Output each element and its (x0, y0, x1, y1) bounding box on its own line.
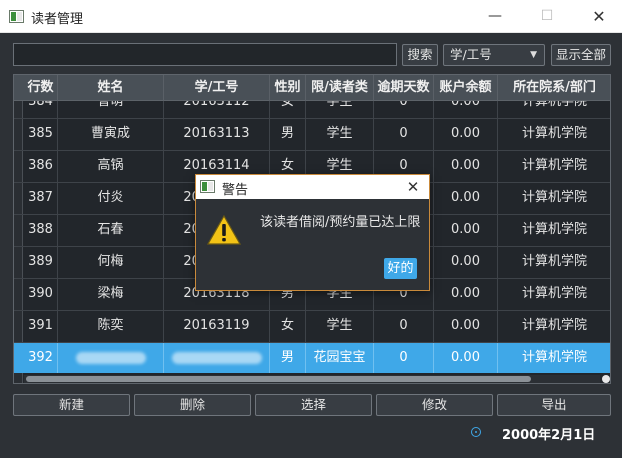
cell-overdue: 0 (374, 343, 434, 373)
cell-type: 学生 (306, 101, 374, 119)
cell-name: 曹寅成 (58, 119, 164, 151)
cell-dept: 计算机学院 (498, 279, 610, 311)
modify-button[interactable]: 修改 (376, 394, 493, 416)
cell-row: 390 (24, 279, 58, 311)
cell-gender: 女 (270, 101, 306, 119)
cell-balance: 0.00 (434, 183, 498, 215)
cell-name: 曹萌 (58, 101, 164, 119)
header-col-gender[interactable]: 性别 (270, 75, 306, 101)
show-all-button[interactable]: 显示全部 (551, 44, 611, 66)
dialog-message: 该读者借阅/预约量已达上限 (260, 215, 421, 230)
header-col-balance[interactable]: 账户余额 (434, 75, 498, 101)
cell-type: 学生 (306, 311, 374, 343)
warning-dialog: 警告 ✕ 该读者借阅/预约量已达上限 好的 (195, 174, 430, 291)
header-col-dept[interactable]: 所在院系/部门 (498, 75, 610, 101)
cell-balance: 0.00 (434, 215, 498, 247)
ok-button[interactable]: 好的 (384, 258, 417, 279)
cell-id (164, 343, 270, 373)
cell-id: 20163112 (164, 101, 270, 119)
dialog-close-button[interactable]: ✕ (401, 176, 425, 198)
search-mode-value: 学/工号 (450, 47, 492, 62)
warning-icon (207, 215, 241, 245)
cell-dept: 计算机学院 (498, 343, 610, 373)
cell-dept: 计算机学院 (498, 247, 610, 279)
cell-gender: 男 (270, 119, 306, 151)
cell-row: 386 (24, 151, 58, 183)
cell-row: 392 (24, 343, 58, 373)
header-col-overdue[interactable]: 逾期天数 (374, 75, 434, 101)
cell-balance: 0.00 (434, 119, 498, 151)
scrollbar-thumb[interactable] (26, 376, 531, 382)
cell-row: 387 (24, 183, 58, 215)
cell-id: 20163113 (164, 119, 270, 151)
cell-balance: 0.00 (434, 311, 498, 343)
delete-button[interactable]: 删除 (134, 394, 251, 416)
scroll-corner-handle[interactable] (602, 375, 610, 383)
header-col-row[interactable]: 行数 (24, 75, 58, 101)
table-row[interactable]: 391 陈奕 20163119 女学生 0 0.00 计算机学院 (14, 311, 610, 343)
app-icon (200, 180, 215, 193)
cell-name: 梁梅 (58, 279, 164, 311)
cell-row: 391 (24, 311, 58, 343)
minimize-button[interactable]: — (472, 0, 518, 33)
cell-dept: 计算机学院 (498, 119, 610, 151)
cell-dept: 计算机学院 (498, 101, 610, 119)
app-icon (9, 10, 24, 23)
search-button[interactable]: 搜索 (402, 44, 438, 66)
maximize-button[interactable]: ☐ (524, 0, 570, 33)
dialog-title: 警告 (222, 183, 249, 198)
cell-dept: 计算机学院 (498, 151, 610, 183)
table-row[interactable]: 385 曹寅成 20163113 男学生 0 0.00 计算机学院 (14, 119, 610, 151)
cell-overdue: 0 (374, 311, 434, 343)
horizontal-scrollbar[interactable] (24, 375, 600, 383)
cell-balance: 0.00 (434, 279, 498, 311)
cell-overdue: 0 (374, 101, 434, 119)
cell-balance: 0.00 (434, 101, 498, 119)
header-col-type[interactable]: 限/读者类 (306, 75, 374, 101)
search-input[interactable] (13, 43, 397, 66)
cell-row: 384 (24, 101, 58, 119)
cell-balance: 0.00 (434, 247, 498, 279)
cell-row: 385 (24, 119, 58, 151)
table-header: 行数 姓名 学/工号 性别 限/读者类 逾期天数 账户余额 所在院系/部门 (14, 75, 610, 101)
dialog-titlebar: 警告 ✕ (196, 175, 429, 199)
cell-id: 20163119 (164, 311, 270, 343)
cell-row: 389 (24, 247, 58, 279)
header-col-name[interactable]: 姓名 (58, 75, 164, 101)
search-mode-select[interactable]: 学/工号 ▼ (443, 44, 545, 66)
header-col-id[interactable]: 学/工号 (164, 75, 270, 101)
cell-gender: 女 (270, 311, 306, 343)
cell-type: 学生 (306, 119, 374, 151)
table-row[interactable]: 392 男花园宝宝 0 0.00 计算机学院 (14, 343, 610, 373)
cell-gender: 男 (270, 343, 306, 373)
cell-dept: 计算机学院 (498, 215, 610, 247)
new-button[interactable]: 新建 (13, 394, 130, 416)
window-title: 读者管理 (31, 12, 84, 27)
calendar-icon[interactable] (471, 427, 481, 437)
cell-name: 付炎 (58, 183, 164, 215)
cell-name: 陈奕 (58, 311, 164, 343)
redacted-text (171, 351, 262, 364)
select-button[interactable]: 选择 (255, 394, 372, 416)
cell-name: 石春 (58, 215, 164, 247)
chevron-down-icon: ▼ (530, 50, 537, 60)
window-titlebar: 读者管理 — ☐ ✕ (0, 0, 622, 33)
cell-row: 388 (24, 215, 58, 247)
cell-type: 花园宝宝 (306, 343, 374, 373)
cell-overdue: 0 (374, 119, 434, 151)
cell-name: 何梅 (58, 247, 164, 279)
cell-name (58, 343, 164, 373)
table-row[interactable]: 384 曹萌 20163112 女学生 0 0.00 计算机学院 (14, 101, 610, 119)
redacted-text (75, 351, 146, 364)
cell-dept: 计算机学院 (498, 183, 610, 215)
cell-dept: 计算机学院 (498, 311, 610, 343)
cell-name: 高锅 (58, 151, 164, 183)
export-button[interactable]: 导出 (497, 394, 611, 416)
current-date: 2000年2月1日 (502, 428, 596, 443)
close-button[interactable]: ✕ (576, 0, 622, 33)
cell-balance: 0.00 (434, 343, 498, 373)
cell-balance: 0.00 (434, 151, 498, 183)
